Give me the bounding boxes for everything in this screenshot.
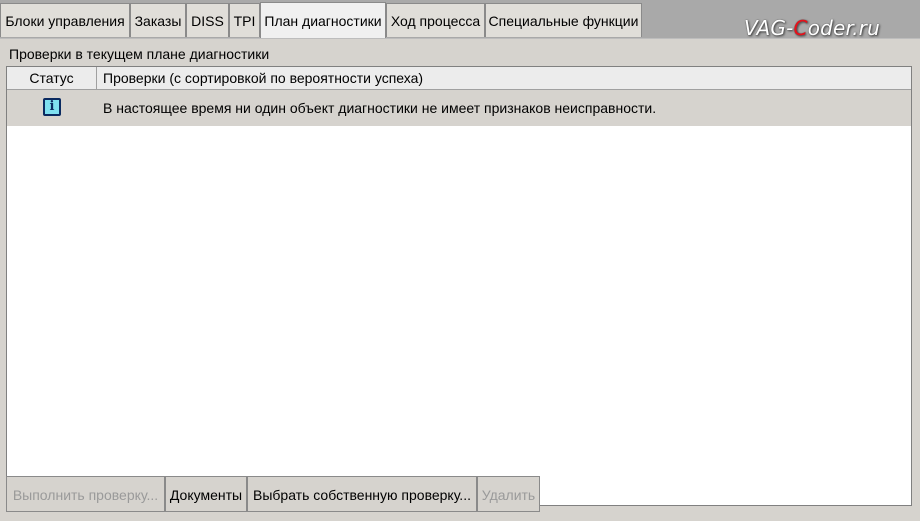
column-header-checks[interactable]: Проверки (с сортировкой по вероятности у… xyxy=(103,67,423,89)
documents-button[interactable]: Документы xyxy=(165,476,247,512)
tab-tpi[interactable]: TPI xyxy=(229,3,260,37)
table-header: Статус Проверки (с сортировкой по вероят… xyxy=(7,67,911,90)
section-title: Проверки в текущем плане диагностики xyxy=(9,46,270,62)
diagnostic-plan-panel: Проверки в текущем плане диагностики Ста… xyxy=(0,38,920,521)
column-header-status[interactable]: Статус xyxy=(7,67,97,89)
tab-diss[interactable]: DISS xyxy=(186,3,229,37)
tab-diagnostic-plan[interactable]: План диагностики xyxy=(260,2,386,39)
run-check-button[interactable]: Выполнить проверку... xyxy=(6,476,165,512)
tab-bar: Блоки управления Заказы DISS TPI План ди… xyxy=(0,0,920,40)
select-own-check-button[interactable]: Выбрать собственную проверку... xyxy=(247,476,477,512)
row-message: В настоящее время ни один объект диагнос… xyxy=(103,100,657,116)
delete-button[interactable]: Удалить xyxy=(477,476,540,512)
tab-orders[interactable]: Заказы xyxy=(130,3,186,37)
table-row[interactable]: i В настоящее время ни один объект диагн… xyxy=(7,90,911,126)
watermark-text-2: C xyxy=(793,16,808,40)
tab-special-functions[interactable]: Специальные функции xyxy=(485,3,642,37)
info-icon: i xyxy=(43,98,61,116)
tab-control-units[interactable]: Блоки управления xyxy=(0,3,130,37)
checks-table: Статус Проверки (с сортировкой по вероят… xyxy=(6,66,912,506)
watermark-text-1: VAG- xyxy=(744,16,794,40)
watermark: VAG-Coder.ru xyxy=(744,16,880,40)
tab-process-progress[interactable]: Ход процесса xyxy=(386,3,485,37)
watermark-text-3: oder.ru xyxy=(807,16,880,40)
